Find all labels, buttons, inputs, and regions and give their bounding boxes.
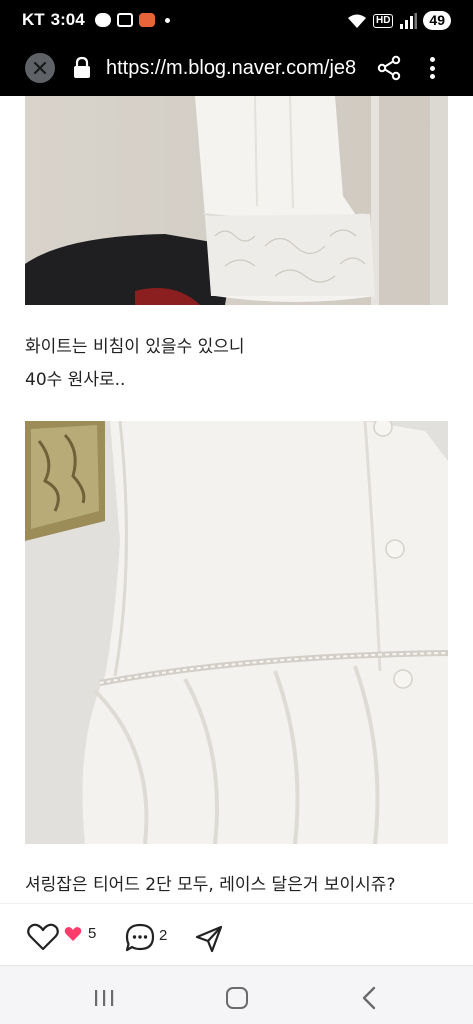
post-paragraph-2: 40수 원사로.. <box>25 370 126 390</box>
close-button[interactable] <box>25 53 55 83</box>
screenshot-notification-icon <box>116 13 133 27</box>
post-photo-2[interactable] <box>25 421 448 844</box>
heart-filled-icon <box>64 926 82 941</box>
heart-outline-icon[interactable] <box>26 922 60 952</box>
dress-photo-illustration <box>25 96 448 305</box>
reaction-bar: 5 2 <box>0 903 473 965</box>
recent-apps-icon[interactable] <box>93 988 115 1008</box>
like-count-value: 5 <box>88 925 97 942</box>
like-count[interactable]: 5 <box>64 925 96 942</box>
lock-icon[interactable] <box>72 56 92 80</box>
close-icon <box>33 61 47 75</box>
send-icon[interactable] <box>194 924 224 954</box>
carrier-label: KT <box>22 10 45 29</box>
comment-icon[interactable] <box>124 922 156 954</box>
app-notification-icon <box>138 13 155 27</box>
system-nav-bar <box>0 965 473 1024</box>
status-left: KT 3:04 <box>22 10 170 30</box>
status-bar: KT 3:04 HD 49 <box>0 0 473 42</box>
dress-closeup-illustration <box>25 421 448 844</box>
battery-level: 49 <box>423 11 451 30</box>
more-notifications-icon <box>164 17 170 23</box>
url-field[interactable]: https://m.blog.naver.com/je8 <box>106 55 360 81</box>
back-icon[interactable] <box>361 986 377 1010</box>
post-paragraph-1: 화이트는 비침이 있을수 있으니 <box>25 337 245 357</box>
share-icon[interactable] <box>376 55 402 81</box>
signal-icon <box>400 12 418 29</box>
wifi-icon <box>347 14 366 28</box>
post-photo-1[interactable] <box>25 96 448 305</box>
more-vert-icon[interactable] <box>422 54 442 82</box>
browser-toolbar: https://m.blog.naver.com/je8 <box>0 42 473 96</box>
post-paragraph-3: 셔링잡은 티어드 2단 모두, 레이스 달은거 보이시쥬? <box>25 875 396 895</box>
talk-notification-icon <box>94 13 111 27</box>
hd-voice-icon: HD <box>372 13 394 28</box>
status-right: HD 49 <box>347 11 451 30</box>
home-icon[interactable] <box>226 987 248 1009</box>
comment-count[interactable]: 2 <box>159 927 167 944</box>
clock: 3:04 <box>50 10 85 29</box>
